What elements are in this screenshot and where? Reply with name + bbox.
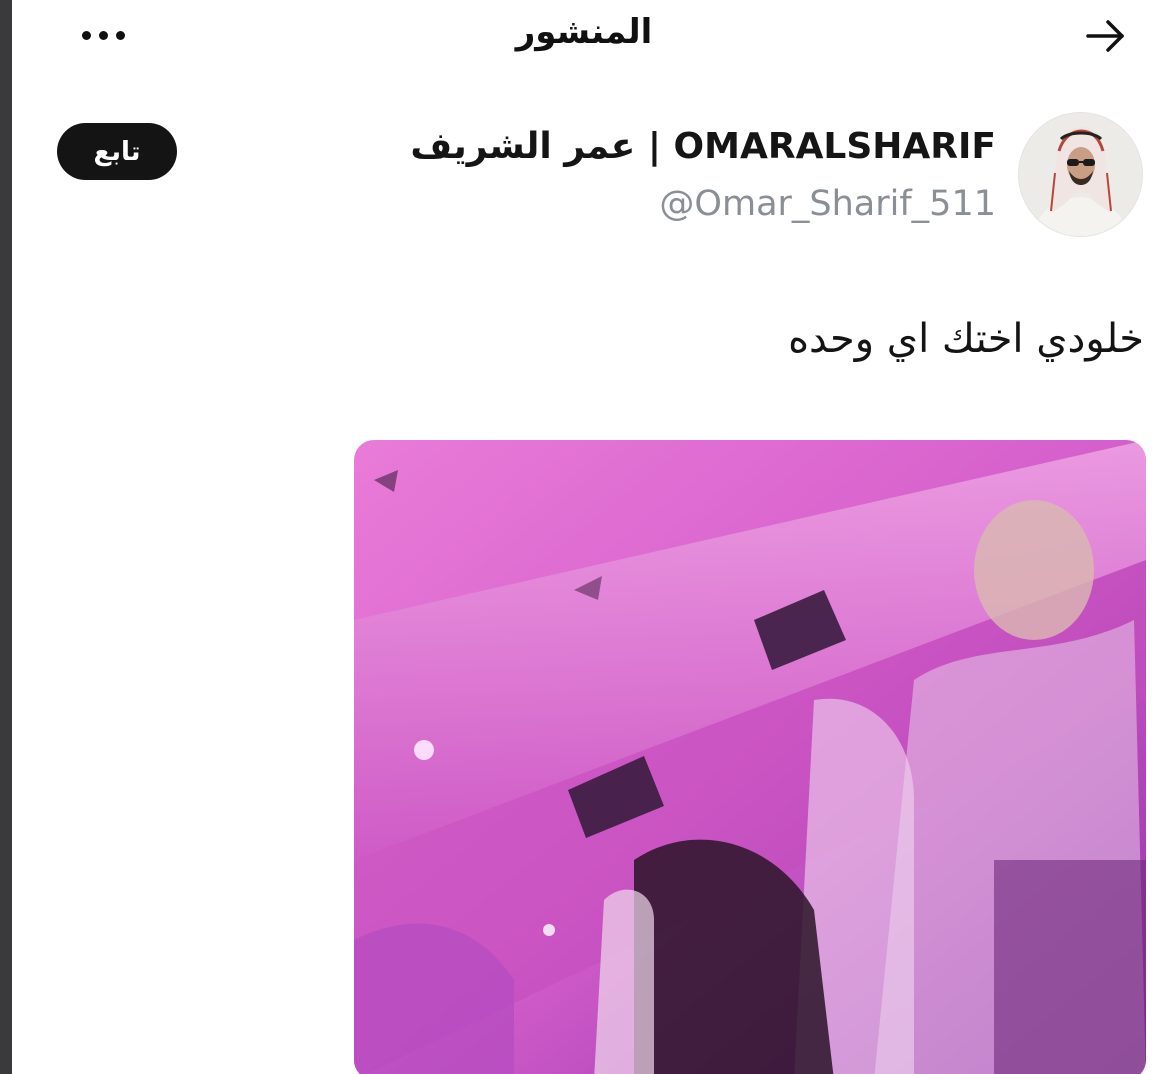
avatar-photo [1019, 113, 1142, 236]
author-display-name[interactable]: عمر الشريف | OMARALSHARIF [410, 126, 996, 167]
media-video-frame [354, 440, 1146, 1074]
back-button[interactable] [1078, 10, 1134, 62]
post-media[interactable] [354, 440, 1146, 1074]
top-bar: المنشور [12, 0, 1156, 80]
post-text: خلودي اختك اي وحده [788, 316, 1144, 362]
follow-button[interactable]: تابع [57, 123, 177, 180]
author-handle[interactable]: @Omar_Sharif_511 [659, 184, 996, 224]
arrow-right-icon [1086, 20, 1124, 52]
avatar[interactable] [1018, 112, 1143, 237]
window-edge [0, 0, 12, 1074]
page-title: المنشور [515, 12, 653, 52]
post-screen: المنشور تابع عمر الشريف | OMARALSHARIF @… [0, 0, 1156, 1074]
